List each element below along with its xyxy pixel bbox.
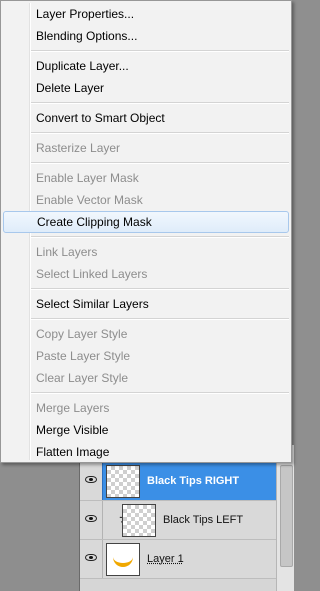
menu-separator xyxy=(31,102,289,104)
menu-separator xyxy=(31,50,289,52)
menu-item-select-linked-layers: Select Linked Layers xyxy=(3,263,289,285)
visibility-toggle[interactable] xyxy=(80,501,103,539)
menu-item-copy-layer-style: Copy Layer Style xyxy=(3,323,289,345)
eye-icon xyxy=(85,515,97,522)
layer-name[interactable]: Black Tips RIGHT xyxy=(147,475,239,487)
menu-item-label: Enable Vector Mask xyxy=(36,193,143,207)
eye-icon xyxy=(85,554,97,561)
eye-icon xyxy=(85,476,97,483)
layer-row-black-tips-left[interactable]: ↴ Black Tips LEFT xyxy=(80,501,276,540)
menu-item-convert-to-smart-object[interactable]: Convert to Smart Object xyxy=(3,107,289,129)
menu-item-merge-visible[interactable]: Merge Visible xyxy=(3,419,289,441)
menu-item-clear-layer-style: Clear Layer Style xyxy=(3,367,289,389)
menu-item-label: Convert to Smart Object xyxy=(36,111,165,125)
menu-separator xyxy=(31,392,289,394)
banana-icon xyxy=(113,557,133,567)
menu-item-blending-options[interactable]: Blending Options... xyxy=(3,25,289,47)
menu-item-label: Copy Layer Style xyxy=(36,327,128,341)
menu-item-label: Layer Properties... xyxy=(36,7,135,21)
menu-item-layer-properties[interactable]: Layer Properties... xyxy=(3,3,289,25)
layer-thumbnail xyxy=(122,504,156,537)
menu-item-enable-layer-mask: Enable Layer Mask xyxy=(3,167,289,189)
menu-separator xyxy=(31,236,289,238)
menu-item-label: Rasterize Layer xyxy=(36,141,121,155)
menu-item-label: Select Similar Layers xyxy=(36,297,149,311)
menu-item-label: Blending Options... xyxy=(36,29,138,43)
menu-item-label: Paste Layer Style xyxy=(36,349,131,363)
menu-separator xyxy=(31,162,289,164)
menu-separator xyxy=(31,132,289,134)
visibility-toggle[interactable] xyxy=(80,540,103,578)
layer-thumbnail xyxy=(106,465,140,498)
menu-item-delete-layer[interactable]: Delete Layer xyxy=(3,77,289,99)
menu-item-link-layers: Link Layers xyxy=(3,241,289,263)
menu-item-rasterize-layer: Rasterize Layer xyxy=(3,137,289,159)
menu-item-label: Flatten Image xyxy=(36,445,110,459)
menu-item-merge-layers: Merge Layers xyxy=(3,397,289,419)
menu-item-duplicate-layer[interactable]: Duplicate Layer... xyxy=(3,55,289,77)
layer-thumbnail xyxy=(106,543,140,576)
menu-item-label: Duplicate Layer... xyxy=(36,59,129,73)
menu-item-label: Create Clipping Mask xyxy=(37,215,152,229)
menu-item-create-clipping-mask[interactable]: Create Clipping Mask xyxy=(3,211,289,233)
menu-item-enable-vector-mask: Enable Vector Mask xyxy=(3,189,289,211)
visibility-toggle[interactable] xyxy=(80,462,103,500)
menu-item-select-similar-layers[interactable]: Select Similar Layers xyxy=(3,293,289,315)
menu-item-label: Select Linked Layers xyxy=(36,267,148,281)
layer-name[interactable]: Layer 1 xyxy=(147,553,184,565)
layer-row-layer-1[interactable]: Layer 1 xyxy=(80,540,276,579)
menu-item-label: Delete Layer xyxy=(36,81,105,95)
menu-item-label: Enable Layer Mask xyxy=(36,171,139,185)
menu-item-label: Merge Visible xyxy=(36,423,109,437)
menu-item-label: Link Layers xyxy=(36,245,98,259)
layers-scrollbar[interactable] xyxy=(276,445,294,591)
layer-name[interactable]: Black Tips LEFT xyxy=(163,514,243,526)
menu-item-label: Merge Layers xyxy=(36,401,110,415)
layer-context-menu: Layer Properties... Blending Options... … xyxy=(0,0,292,463)
menu-item-label: Clear Layer Style xyxy=(36,371,129,385)
menu-separator xyxy=(31,288,289,290)
scrollbar-thumb[interactable] xyxy=(280,465,293,567)
layer-row-black-tips-right[interactable]: Black Tips RIGHT xyxy=(80,462,276,501)
menu-item-flatten-image[interactable]: Flatten Image xyxy=(3,441,289,463)
menu-separator xyxy=(31,318,289,320)
menu-item-paste-layer-style: Paste Layer Style xyxy=(3,345,289,367)
